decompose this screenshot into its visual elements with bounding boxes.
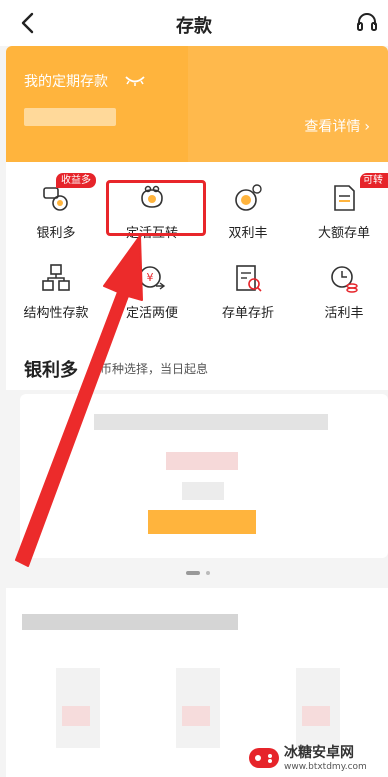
view-details-label: 查看详情 — [304, 119, 361, 135]
grid-item-shuanglifeng[interactable]: 双利丰 — [200, 166, 296, 246]
clock-coins-icon — [331, 266, 358, 293]
blurred-text — [182, 482, 224, 500]
watermark-name: 冰糖安卓网 — [284, 745, 354, 761]
grid-item-label: 银利多 — [36, 226, 76, 241]
blurred-heading — [22, 614, 238, 630]
header: 存款 — [0, 0, 388, 46]
coin-icon — [235, 184, 262, 211]
grid-item-label: 活利丰 — [324, 306, 364, 321]
structure-icon — [42, 264, 70, 291]
blurred-rate — [182, 706, 210, 726]
grid-item-label: 大额存单 — [317, 226, 370, 241]
grid-item-dinghuoliangbian[interactable]: ¥ 定活两便 — [104, 246, 200, 326]
passbook-icon — [236, 265, 262, 292]
grid-item-label: 结构性存款 — [23, 306, 89, 321]
chevron-right-icon: › — [364, 119, 370, 135]
grid-item-label: 双利丰 — [228, 226, 268, 241]
grid-item-huolifeng[interactable]: 活利丰 — [296, 246, 388, 326]
eye-closed-icon[interactable] — [124, 72, 146, 88]
svg-text:¥: ¥ — [147, 271, 154, 284]
grid-item-label: 存单存折 — [221, 306, 274, 321]
watermark-url: www.btxtdmy.com — [284, 762, 367, 772]
watermark-logo-icon — [249, 748, 279, 768]
grid-item-structured[interactable]: 结构性存款 — [8, 246, 104, 326]
page: 存款 我的定期存款 查看详情 › 银利多 收益多 定活互转 双利丰 大额存单 可… — [0, 0, 388, 777]
section-title: 银利多 — [24, 360, 78, 381]
blurred-rate — [302, 706, 330, 726]
grid-item-passbook[interactable]: 存单存折 — [200, 246, 296, 326]
watermark: 冰糖安卓网 www.btxtdmy.com — [248, 740, 388, 777]
blurred-button[interactable] — [148, 510, 256, 534]
blurred-text — [94, 414, 328, 430]
section-header: 银利多 多币种选择，当日起息 — [6, 332, 388, 390]
carousel-dot-active — [186, 571, 200, 575]
document-icon — [334, 185, 355, 211]
section-subtitle: 多币种选择，当日起息 — [88, 362, 209, 376]
blurred-rate — [166, 452, 238, 470]
headset-icon[interactable] — [356, 12, 378, 34]
highlight-box — [106, 180, 206, 236]
product-card[interactable] — [20, 394, 388, 558]
badge-transferable: 可转 — [360, 173, 388, 188]
badge-high-return: 收益多 — [56, 173, 96, 188]
banner-shade — [188, 46, 388, 162]
view-details-link[interactable]: 查看详情 › — [304, 116, 370, 136]
banner-title: 我的定期存款 — [24, 74, 108, 90]
yuan-exchange-icon: ¥ — [139, 266, 166, 290]
grid-item-label: 定活两便 — [125, 306, 178, 321]
carousel-dot — [206, 571, 210, 575]
page-title: 存款 — [176, 16, 212, 37]
masked-amount — [24, 108, 116, 126]
deposit-banner[interactable]: 我的定期存款 查看详情 › — [6, 46, 388, 162]
blurred-rate — [62, 706, 90, 726]
